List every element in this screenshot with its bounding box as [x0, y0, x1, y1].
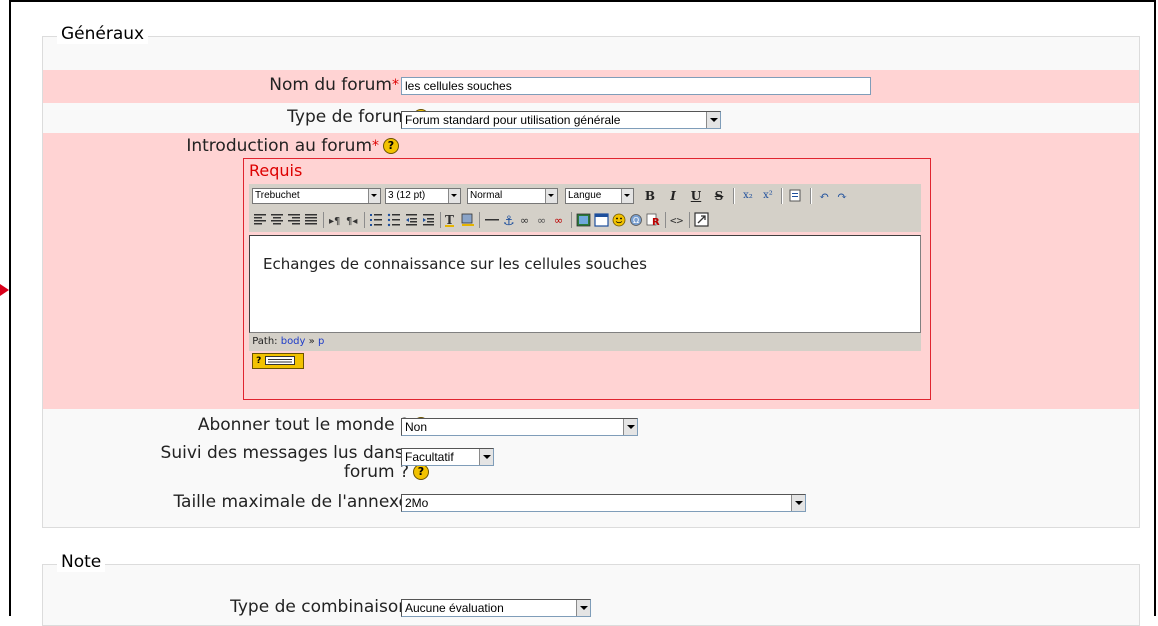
- intro-editor-area[interactable]: Echanges de connaissance sur les cellule…: [249, 235, 921, 333]
- forum-name-input[interactable]: les cellules souches: [401, 77, 871, 95]
- attachment-row: Taille maximale de l'annexe? 2Mo: [43, 487, 1139, 519]
- chevron-down-icon: [479, 449, 493, 465]
- tracking-select[interactable]: Facultatif: [401, 448, 494, 466]
- keyboard-icon: [264, 356, 295, 365]
- subscribe-select[interactable]: Non: [401, 418, 638, 436]
- align-left-icon: [254, 214, 266, 225]
- italic-button[interactable]: I: [665, 188, 681, 204]
- editor-path-bar: Path: body » p: [249, 333, 921, 351]
- chevron-down-icon: [576, 600, 590, 616]
- svg-text:Ω: Ω: [633, 216, 639, 225]
- forum-intro-label: Introduction au forum*?: [186, 137, 399, 156]
- chevron-down-icon: [448, 189, 460, 203]
- toolbar-separator: [733, 188, 735, 204]
- forum-name-row: Nom du forum* les cellules souches: [43, 70, 1139, 103]
- language-select[interactable]: Langue: [565, 188, 634, 204]
- unlink-icon: ∞: [537, 214, 546, 227]
- indent-icon: [423, 214, 434, 226]
- intro-editor-text: Echanges de connaissance sur les cellule…: [263, 255, 647, 273]
- table-icon: [594, 213, 609, 227]
- intro-editor-container: Requis Trebuchet 3 (12 pt) Normal Langue…: [243, 158, 931, 400]
- forum-type-select[interactable]: Forum standard pour utilisation générale: [401, 111, 721, 129]
- outdent-icon: [406, 214, 417, 226]
- toolbar-separator: [781, 188, 783, 204]
- unordered-list-icon: [387, 213, 400, 227]
- ordered-list-icon: [370, 214, 382, 226]
- rtl-icon: ¶◂: [346, 216, 357, 227]
- special-char-icon: Ω: [630, 214, 642, 226]
- path-p-link[interactable]: p: [318, 336, 324, 347]
- required-mark: *: [372, 138, 379, 154]
- keyboard-help-button[interactable]: ?: [252, 353, 304, 369]
- chevron-down-icon: [791, 495, 805, 511]
- pointer-arrow: [0, 284, 9, 296]
- required-notice: Requis: [249, 161, 303, 180]
- svg-text:R: R: [652, 217, 660, 228]
- anchor-icon: ⚓: [503, 214, 515, 229]
- bold-button[interactable]: B: [642, 188, 658, 204]
- toolbar-separator: [810, 188, 812, 204]
- redo-button[interactable]: ↷: [834, 188, 850, 204]
- undo-button[interactable]: ↶: [816, 188, 832, 204]
- help-icon[interactable]: ?: [383, 138, 399, 154]
- align-center-icon: [271, 214, 283, 225]
- subscribe-row: Abonner tout le monde ?? Non: [43, 409, 1139, 439]
- justify-icon: [305, 214, 317, 225]
- chevron-down-icon: [621, 189, 633, 203]
- chevron-down-icon: [706, 112, 720, 128]
- image-icon: [576, 213, 591, 227]
- paste-word-icon[interactable]: [788, 188, 804, 204]
- aggregate-label: Type de combinaison?: [230, 598, 429, 617]
- smiley-icon: [612, 213, 626, 227]
- subscribe-label: Abonner tout le monde ??: [198, 416, 429, 435]
- path-body-link[interactable]: body: [281, 336, 306, 347]
- nolink-icon: ∞: [554, 214, 563, 227]
- tracking-label: Suivi des messages lus dans ce forum ??: [160, 443, 429, 482]
- aggregate-select[interactable]: Aucune évaluation: [401, 599, 591, 617]
- required-mark: *: [392, 77, 399, 93]
- fullscreen-icon: [694, 212, 709, 227]
- tracking-row: Suivi des messages lus dans ce forum ?? …: [43, 439, 1139, 487]
- general-legend: Généraux: [57, 24, 149, 44]
- underline-button[interactable]: U: [688, 188, 704, 204]
- general-fieldset: Généraux Nom du forum* les cellules souc…: [42, 24, 1140, 528]
- font-select[interactable]: Trebuchet: [252, 188, 381, 204]
- editor-toolbar-icons: ▸¶ ¶◂ T ⚓ ∞ ∞ ∞ Ω R <>: [254, 212, 709, 229]
- grade-legend: Note: [57, 552, 106, 572]
- help-icon[interactable]: ?: [413, 464, 429, 480]
- attachment-label: Taille maximale de l'annexe?: [173, 493, 429, 512]
- format-select[interactable]: Normal: [467, 188, 558, 204]
- editor-toolbar-row1: Trebuchet 3 (12 pt) Normal Langue B I U …: [249, 184, 921, 208]
- size-select[interactable]: 3 (12 pt): [385, 188, 461, 204]
- ltr-icon: ▸¶: [329, 216, 340, 227]
- grade-fieldset: Note Type de combinaison? Aucune évaluat…: [42, 552, 1140, 626]
- chevron-down-icon: [545, 189, 557, 203]
- link-icon: ∞: [520, 214, 529, 227]
- hr-icon: [485, 219, 499, 221]
- attachment-select[interactable]: 2Mo: [401, 494, 806, 512]
- forum-type-row: Type de forum? Forum standard pour utili…: [43, 103, 1139, 133]
- editor-toolbar-row2: ▸¶ ¶◂ T ⚓ ∞ ∞ ∞ Ω R <>: [249, 208, 921, 232]
- bg-color-icon: [461, 213, 474, 226]
- chevron-down-icon: [368, 189, 380, 203]
- html-source-icon: <>: [670, 214, 684, 227]
- chevron-down-icon: [623, 419, 637, 435]
- subscript-button[interactable]: x₂: [740, 188, 756, 204]
- page-frame: Généraux Nom du forum* les cellules souc…: [9, 0, 1156, 626]
- aggregate-row: Type de combinaison? Aucune évaluation: [43, 595, 1139, 621]
- align-right-icon: [288, 214, 300, 225]
- forum-intro-row: Introduction au forum*? Requis Trebuchet…: [43, 133, 1139, 409]
- search-replace-icon: R: [646, 213, 660, 228]
- strike-button[interactable]: S: [711, 188, 727, 204]
- forum-name-label: Nom du forum*: [269, 75, 399, 95]
- text-color-icon: T: [445, 213, 454, 227]
- superscript-button[interactable]: x²: [760, 188, 776, 204]
